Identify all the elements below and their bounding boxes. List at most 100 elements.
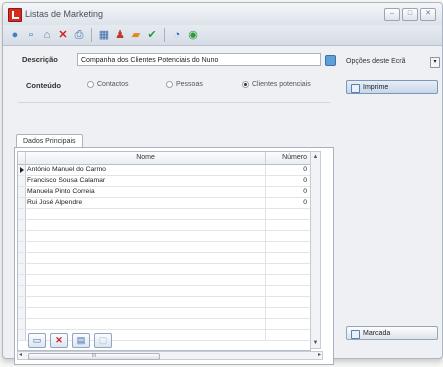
cell-numero[interactable]: 0 [266, 165, 310, 175]
horizontal-scroll-thumb[interactable]: III [28, 353, 160, 360]
cell-nome[interactable] [26, 275, 266, 285]
table-row[interactable]: Manuela Pinto Correia 0 [18, 187, 310, 198]
cell-numero[interactable] [266, 242, 310, 252]
table-row[interactable]: António Manuel do Carmo 0 [18, 165, 310, 176]
column-header-nome[interactable]: Nome [26, 152, 267, 164]
radio-contactos[interactable]: Contactos [87, 81, 129, 88]
cell-numero[interactable] [266, 231, 310, 241]
radio-pessoas[interactable]: Pessoas [166, 81, 203, 88]
check-icon[interactable]: ✔ [146, 29, 158, 41]
marcada-button[interactable]: Marcada [346, 326, 438, 340]
cell-nome[interactable] [26, 242, 266, 252]
descricao-field[interactable]: Companha dos Clientes Potenciais do Nuno [77, 53, 321, 66]
cell-nome[interactable] [26, 220, 266, 230]
radio-clientes-potenciais-dot[interactable] [242, 81, 249, 88]
table-row[interactable] [18, 253, 310, 264]
scroll-right-icon[interactable]: ▸ [318, 352, 321, 359]
grid-icon[interactable]: ▦ [98, 29, 110, 41]
table-row[interactable]: Francisco Sousa Calamar 0 [18, 176, 310, 187]
cell-numero[interactable] [266, 253, 310, 263]
cell-numero[interactable] [266, 220, 310, 230]
table-row[interactable] [18, 286, 310, 297]
edit-row-button[interactable]: ▤ [72, 333, 90, 348]
row-selector[interactable] [18, 308, 26, 318]
row-selector[interactable] [18, 198, 26, 208]
cell-numero[interactable] [266, 308, 310, 318]
table-row[interactable] [18, 308, 310, 319]
row-selector[interactable] [18, 275, 26, 285]
cell-numero[interactable]: 0 [266, 198, 310, 208]
minimize-button[interactable]: – [384, 8, 400, 21]
imprime-button[interactable]: Imprime [346, 80, 438, 94]
cell-numero[interactable] [266, 319, 310, 329]
refresh-icon[interactable]: ◔ [171, 29, 183, 41]
new-row-button[interactable]: ▭ [28, 333, 46, 348]
people-icon[interactable]: ♟ [114, 29, 126, 41]
row-selector[interactable] [18, 242, 26, 252]
row-selector[interactable] [18, 286, 26, 296]
cell-numero[interactable]: 0 [266, 187, 310, 197]
cell-nome[interactable]: Rui José Alpendre [26, 198, 266, 208]
close-button[interactable]: ✕ [420, 8, 436, 21]
table-row[interactable] [18, 275, 310, 286]
lookup-button[interactable] [325, 55, 336, 66]
table-row[interactable] [18, 319, 310, 330]
scroll-down-icon[interactable]: ▼ [311, 338, 320, 348]
print-icon[interactable]: ⎙ [73, 29, 85, 41]
cell-nome[interactable] [26, 231, 266, 241]
cell-numero[interactable]: 0 [266, 176, 310, 186]
radio-pessoas-dot[interactable] [166, 81, 173, 88]
row-selector[interactable] [18, 319, 26, 329]
vertical-scrollbar[interactable]: ▲ ▼ [310, 151, 321, 349]
row-selector[interactable] [18, 187, 26, 197]
row-selector[interactable] [18, 231, 26, 241]
table-row[interactable] [18, 209, 310, 220]
row-selector[interactable] [18, 253, 26, 263]
row-selector[interactable] [18, 330, 26, 340]
cell-numero[interactable] [266, 264, 310, 274]
maximize-button[interactable]: □ [402, 8, 418, 21]
cell-numero[interactable] [266, 209, 310, 219]
cell-nome[interactable] [26, 308, 266, 318]
disabled-action-button[interactable]: ▢ [94, 333, 112, 348]
cell-nome[interactable]: Manuela Pinto Correia [26, 187, 266, 197]
row-selector[interactable] [18, 176, 26, 186]
cell-nome[interactable] [26, 286, 266, 296]
help-icon[interactable]: ◉ [187, 29, 199, 41]
circle-menu-icon[interactable]: ● [9, 29, 21, 41]
cell-numero[interactable] [266, 275, 310, 285]
cell-nome[interactable]: Francisco Sousa Calamar [26, 176, 266, 186]
title-bar[interactable]: Listas de Marketing – □ ✕ [3, 3, 442, 25]
new-document-icon[interactable]: ▫ [25, 29, 37, 41]
open-icon[interactable]: ⌂ [41, 29, 53, 41]
cell-nome[interactable] [26, 319, 266, 329]
export-icon[interactable]: ▰ [130, 29, 142, 41]
cell-numero[interactable] [266, 297, 310, 307]
table-row[interactable] [18, 242, 310, 253]
cell-nome[interactable] [26, 209, 266, 219]
radio-contactos-dot[interactable] [87, 81, 94, 88]
table-row[interactable] [18, 297, 310, 308]
cell-nome[interactable] [26, 297, 266, 307]
scroll-up-icon[interactable]: ▲ [311, 152, 320, 162]
cell-numero[interactable] [266, 286, 310, 296]
cell-numero[interactable] [266, 330, 310, 340]
chevron-down-icon[interactable]: ▾ [430, 57, 440, 68]
table-row[interactable] [18, 231, 310, 242]
column-header-numero[interactable]: Número [266, 152, 310, 164]
row-selector[interactable] [18, 220, 26, 230]
row-selector[interactable] [18, 209, 26, 219]
delete-row-button[interactable]: ✕ [50, 333, 68, 348]
table-row[interactable] [18, 220, 310, 231]
cell-nome[interactable]: António Manuel do Carmo [26, 165, 266, 175]
horizontal-scrollbar[interactable]: ◂ III ▸ [17, 351, 323, 360]
table-row[interactable]: Rui José Alpendre 0 [18, 198, 310, 209]
row-selector[interactable] [18, 297, 26, 307]
scroll-left-icon[interactable]: ◂ [19, 352, 22, 359]
cell-nome[interactable] [26, 253, 266, 263]
delete-icon[interactable]: ✕ [57, 29, 69, 41]
tab-dados-principais[interactable]: Dados Principais [16, 134, 83, 148]
cell-nome[interactable] [26, 264, 266, 274]
table-row[interactable] [18, 264, 310, 275]
current-row-indicator[interactable] [18, 165, 26, 175]
